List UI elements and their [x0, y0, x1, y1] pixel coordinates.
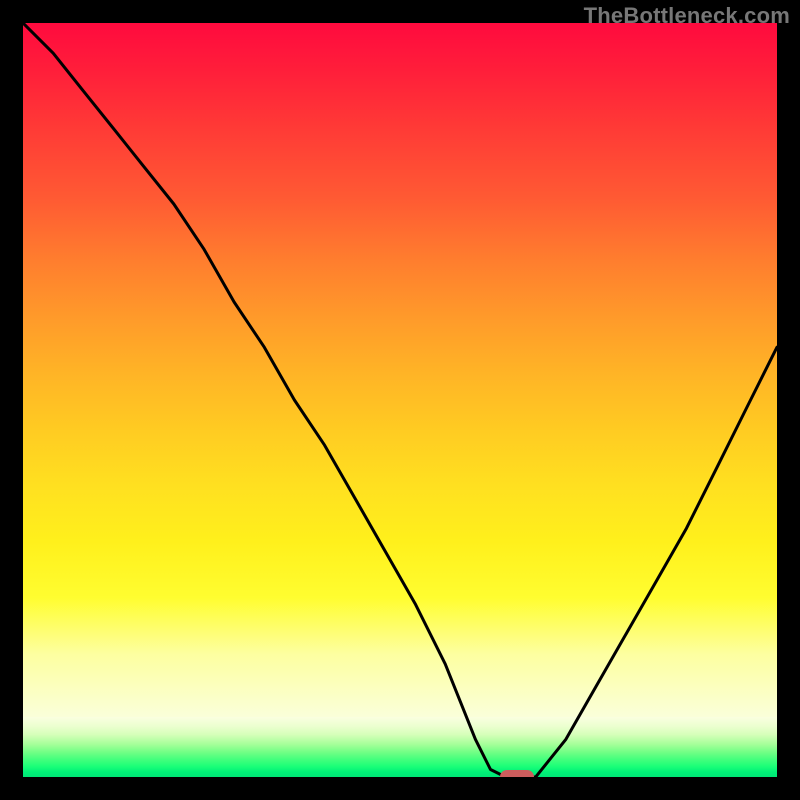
optimal-marker	[500, 770, 534, 777]
chart-frame: TheBottleneck.com	[0, 0, 800, 800]
plot-area	[23, 23, 777, 777]
bottleneck-curve	[23, 23, 777, 777]
watermark-text: TheBottleneck.com	[584, 3, 790, 29]
